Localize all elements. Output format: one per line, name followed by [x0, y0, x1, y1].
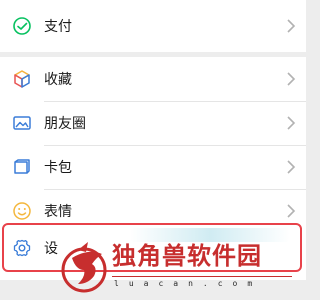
chevron-right-icon	[287, 19, 296, 33]
pay-icon	[13, 17, 31, 35]
smile-icon	[13, 202, 31, 220]
menu-item-favorites-label: 收藏	[44, 72, 72, 88]
menu-item-moments-label: 朋友圈	[44, 116, 86, 132]
chevron-right-icon	[287, 72, 296, 86]
menu-item-pay-label: 支付	[44, 19, 72, 35]
cube-icon	[14, 70, 30, 88]
menu-item-moments[interactable]: 朋友圈	[0, 101, 306, 145]
watermark-subtitle: luacan.com	[114, 279, 263, 288]
image-icon	[13, 116, 31, 130]
menu-item-cards[interactable]: 卡包	[0, 145, 306, 189]
chevron-right-icon	[287, 116, 296, 130]
menu-item-pay[interactable]: 支付	[0, 4, 306, 48]
menu-item-stickers-label: 表情	[44, 204, 72, 220]
wallet-icon	[14, 159, 30, 174]
watermark-title: 独角兽软件园	[112, 241, 262, 270]
menu-item-favorites[interactable]: 收藏	[0, 57, 306, 101]
watermark: 独角兽软件园 luacan.com	[48, 236, 306, 300]
pay-section: 支付	[0, 0, 306, 52]
menu-item-cards-label: 卡包	[44, 160, 72, 176]
chevron-right-icon	[287, 204, 296, 218]
watermark-line	[112, 276, 292, 277]
unicorn-logo-icon	[61, 242, 107, 293]
chevron-right-icon	[287, 160, 296, 174]
